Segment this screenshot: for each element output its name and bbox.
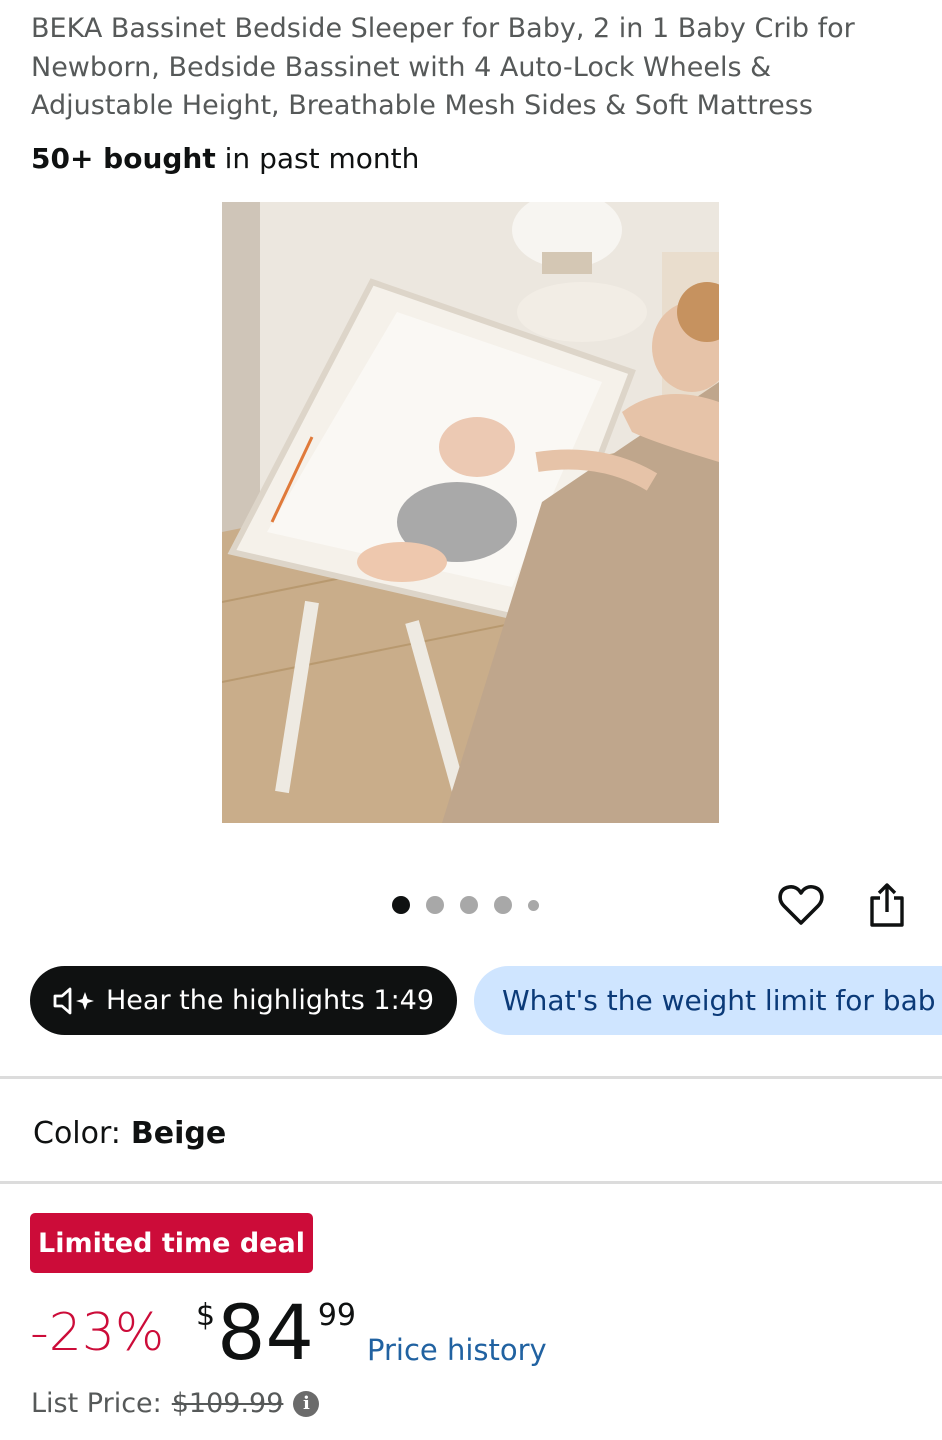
product-image[interactable]	[222, 202, 719, 823]
color-label: Color:	[33, 1116, 121, 1151]
speaker-sparkle-icon	[53, 987, 94, 1014]
color-selector[interactable]: Color: Beige	[33, 1114, 226, 1154]
limited-deal-badge: Limited time deal	[30, 1213, 313, 1273]
current-price: $ 84 99	[196, 1290, 356, 1376]
section-divider	[0, 1181, 942, 1184]
hear-highlights-button[interactable]: Hear the highlights 1:49	[30, 966, 457, 1035]
wishlist-button[interactable]	[776, 880, 826, 930]
bought-count: 50+ bought	[31, 142, 216, 175]
carousel-dot[interactable]	[460, 896, 478, 914]
image-carousel-dots[interactable]	[392, 895, 539, 915]
product-title: BEKA Bassinet Bedside Sleeper for Baby, …	[31, 13, 855, 121]
question-chip[interactable]: What's the weight limit for bab	[474, 966, 942, 1035]
price-whole: 84	[217, 1288, 314, 1377]
carousel-dot-active[interactable]	[392, 896, 410, 914]
price-fraction: 99	[317, 1298, 356, 1333]
carousel-dot[interactable]	[494, 896, 512, 914]
section-divider	[0, 1076, 942, 1079]
price-currency: $	[196, 1298, 216, 1333]
list-price: List Price: $109.99 i	[31, 1388, 320, 1419]
bought-info: 50+ bought in past month	[31, 140, 419, 178]
carousel-dot[interactable]	[426, 896, 444, 914]
color-value: Beige	[130, 1116, 227, 1151]
heart-icon	[778, 885, 824, 925]
price-history-link[interactable]: Price history	[367, 1333, 547, 1367]
bought-suffix: in past month	[215, 142, 420, 175]
carousel-dot[interactable]	[528, 899, 539, 911]
info-icon[interactable]: i	[293, 1390, 320, 1417]
share-icon	[870, 883, 904, 927]
share-button[interactable]	[862, 880, 912, 930]
list-price-label: List Price:	[31, 1388, 162, 1419]
question-chip-label: What's the weight limit for bab	[502, 984, 936, 1017]
list-price-value: $109.99	[171, 1388, 284, 1419]
hear-highlights-label: Hear the highlights 1:49	[106, 985, 435, 1016]
discount-percent: -23%	[30, 1303, 165, 1363]
bassinet-product-photo	[222, 202, 719, 823]
